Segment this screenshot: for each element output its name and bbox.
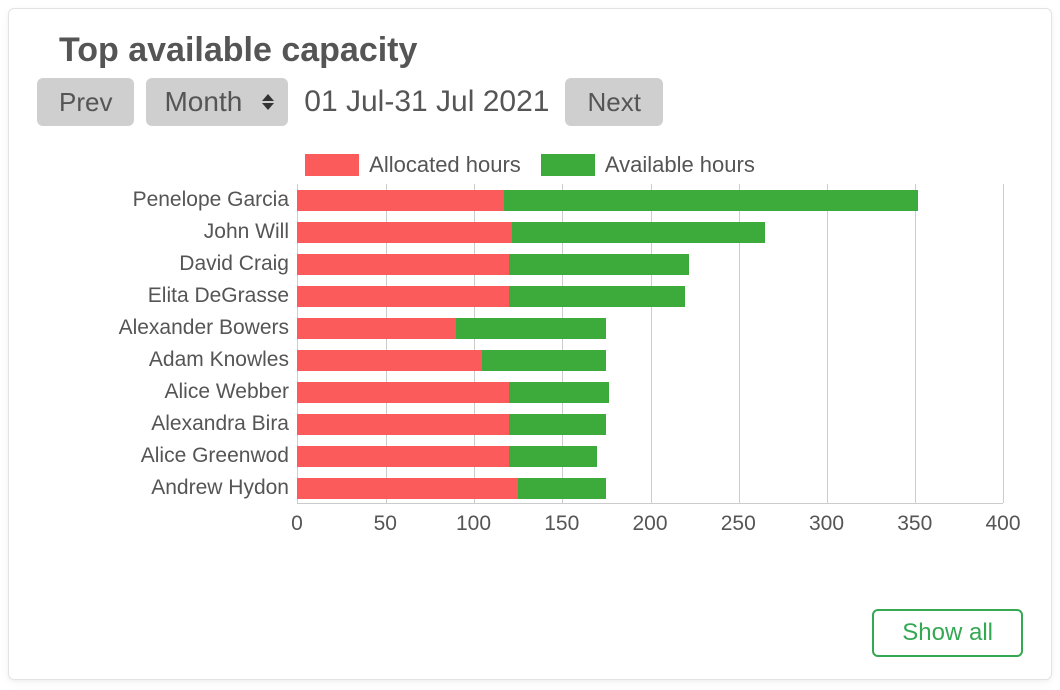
bar-segment bbox=[509, 286, 686, 307]
bar-segment bbox=[518, 478, 606, 499]
category-label: Alexandra Bira bbox=[47, 408, 297, 440]
bar-segment bbox=[297, 318, 456, 339]
bar-segment bbox=[504, 190, 919, 211]
date-range: 01 Jul-31 Jul 2021 bbox=[304, 85, 549, 119]
bar-row bbox=[297, 184, 1003, 216]
category-label: Alice Webber bbox=[47, 376, 297, 408]
capacity-card: Top available capacity Prev Month 01 Jul… bbox=[8, 8, 1052, 680]
next-button[interactable]: Next bbox=[565, 78, 662, 126]
x-tick: 150 bbox=[544, 512, 579, 536]
legend-item-allocated: Allocated hours bbox=[305, 152, 521, 178]
category-label: Penelope Garcia bbox=[47, 184, 297, 216]
period-controls: Prev Month 01 Jul-31 Jul 2021 Next bbox=[37, 78, 1023, 126]
bar-row bbox=[297, 344, 1003, 376]
bar-stack bbox=[297, 190, 1003, 211]
bar-segment bbox=[509, 414, 606, 435]
chart-legend: Allocated hours Available hours bbox=[37, 152, 1023, 178]
bar-row bbox=[297, 408, 1003, 440]
bar-segment bbox=[482, 350, 606, 371]
legend-swatch-available bbox=[541, 154, 595, 176]
x-tick: 200 bbox=[632, 512, 667, 536]
bar-segment bbox=[456, 318, 606, 339]
category-label: Elita DeGrasse bbox=[47, 280, 297, 312]
bar-stack bbox=[297, 222, 1003, 243]
bar-segment bbox=[297, 222, 512, 243]
bar-stack bbox=[297, 286, 1003, 307]
period-select[interactable]: Month bbox=[146, 78, 288, 126]
legend-swatch-allocated bbox=[305, 154, 359, 176]
bar-stack bbox=[297, 382, 1003, 403]
bar-segment bbox=[509, 382, 610, 403]
bar-stack bbox=[297, 478, 1003, 499]
grid-line bbox=[1003, 184, 1004, 503]
bar-stack bbox=[297, 414, 1003, 435]
category-label: Alice Greenwod bbox=[47, 440, 297, 472]
legend-label-allocated: Allocated hours bbox=[369, 152, 521, 178]
updown-icon bbox=[260, 94, 276, 110]
bar-row bbox=[297, 312, 1003, 344]
category-label: Alexander Bowers bbox=[47, 312, 297, 344]
category-label: Adam Knowles bbox=[47, 344, 297, 376]
bar-row bbox=[297, 280, 1003, 312]
x-tick: 0 bbox=[291, 512, 303, 536]
category-label: Andrew Hydon bbox=[47, 472, 297, 504]
bar-segment bbox=[297, 414, 509, 435]
bar-stack bbox=[297, 318, 1003, 339]
category-label: John Will bbox=[47, 216, 297, 248]
legend-label-available: Available hours bbox=[605, 152, 755, 178]
x-tick: 50 bbox=[374, 512, 397, 536]
bar-segment bbox=[512, 222, 764, 243]
capacity-chart: Penelope GarciaJohn WillDavid CraigElita… bbox=[47, 184, 1003, 540]
x-tick: 400 bbox=[985, 512, 1020, 536]
x-tick: 300 bbox=[809, 512, 844, 536]
bar-segment bbox=[297, 478, 518, 499]
bar-row bbox=[297, 216, 1003, 248]
x-tick: 250 bbox=[721, 512, 756, 536]
bar-row bbox=[297, 376, 1003, 408]
bar-row bbox=[297, 440, 1003, 472]
bar-stack bbox=[297, 254, 1003, 275]
bar-segment bbox=[509, 254, 689, 275]
period-select-value: Month bbox=[164, 86, 242, 118]
bar-segment bbox=[297, 382, 509, 403]
bar-segment bbox=[297, 446, 509, 467]
card-title: Top available capacity bbox=[59, 31, 1023, 70]
bar-segment bbox=[509, 446, 597, 467]
bar-segment bbox=[297, 254, 509, 275]
x-tick: 350 bbox=[897, 512, 932, 536]
x-tick: 100 bbox=[456, 512, 491, 536]
bar-stack bbox=[297, 446, 1003, 467]
bar-stack bbox=[297, 350, 1003, 371]
bar-segment bbox=[297, 286, 509, 307]
bar-row bbox=[297, 472, 1003, 504]
legend-item-available: Available hours bbox=[541, 152, 755, 178]
category-label: David Craig bbox=[47, 248, 297, 280]
show-all-button[interactable]: Show all bbox=[872, 609, 1023, 657]
prev-button[interactable]: Prev bbox=[37, 78, 134, 126]
bar-segment bbox=[297, 350, 482, 371]
bar-row bbox=[297, 248, 1003, 280]
bar-segment bbox=[297, 190, 504, 211]
